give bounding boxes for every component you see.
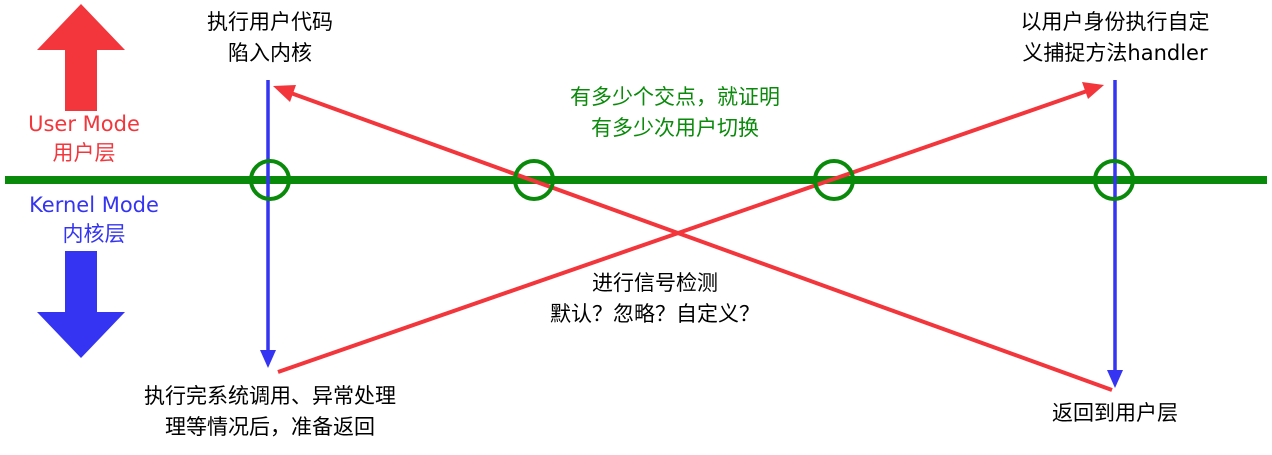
handled-line-1: 执行完系统调用、异常处理 — [144, 384, 396, 408]
handled-label: 执行完系统调用、异常处理 理等情况后，准备返回 — [115, 381, 425, 443]
return-handler-arrowhead — [273, 85, 296, 102]
user-mode-en: User Mode — [28, 112, 140, 136]
return-user-line-1: 返回到用户层 — [1052, 401, 1178, 425]
signal-check-line-1: 进行信号检测 — [592, 271, 718, 295]
user-handler-label: 以用户身份执行自定 义捕捉方法handler — [990, 7, 1240, 69]
arrow-down-icon — [37, 251, 125, 358]
arrow-up-icon — [37, 4, 125, 111]
crossing-note: 有多少个交点，就证明 有多少次用户切换 — [530, 82, 820, 144]
kernel-entry-arrowhead — [260, 350, 276, 368]
trap-label: 执行用户代码 陷入内核 — [170, 7, 370, 69]
user-handler-line-2: 义捕捉方法handler — [1022, 41, 1208, 65]
signal-check-label: 进行信号检测 默认？忽略？自定义？ — [515, 268, 795, 330]
handled-line-2: 理等情况后，准备返回 — [165, 415, 375, 439]
kernel-mode-zh: 内核层 — [62, 222, 126, 246]
crossing-note-line-2: 有多少次用户切换 — [591, 116, 759, 140]
user-mode-zh: 用户层 — [52, 141, 116, 165]
trap-line-1: 执行用户代码 — [207, 10, 333, 34]
kernel-mode-label: Kernel Mode 内核层 — [4, 191, 184, 249]
trap-line-2: 陷入内核 — [228, 41, 312, 65]
kernel-return-arrowhead — [1107, 370, 1123, 388]
crossing-note-line-1: 有多少个交点，就证明 — [570, 85, 780, 109]
kernel-mode-en: Kernel Mode — [29, 193, 159, 217]
return-user-label: 返回到用户层 — [1020, 398, 1210, 429]
user-handler-line-1: 以用户身份执行自定 — [1020, 10, 1210, 34]
user-mode-label: User Mode 用户层 — [4, 110, 164, 168]
signal-check-line-2: 默认？忽略？自定义？ — [550, 302, 760, 326]
to-handler-arrowhead — [1082, 82, 1104, 99]
